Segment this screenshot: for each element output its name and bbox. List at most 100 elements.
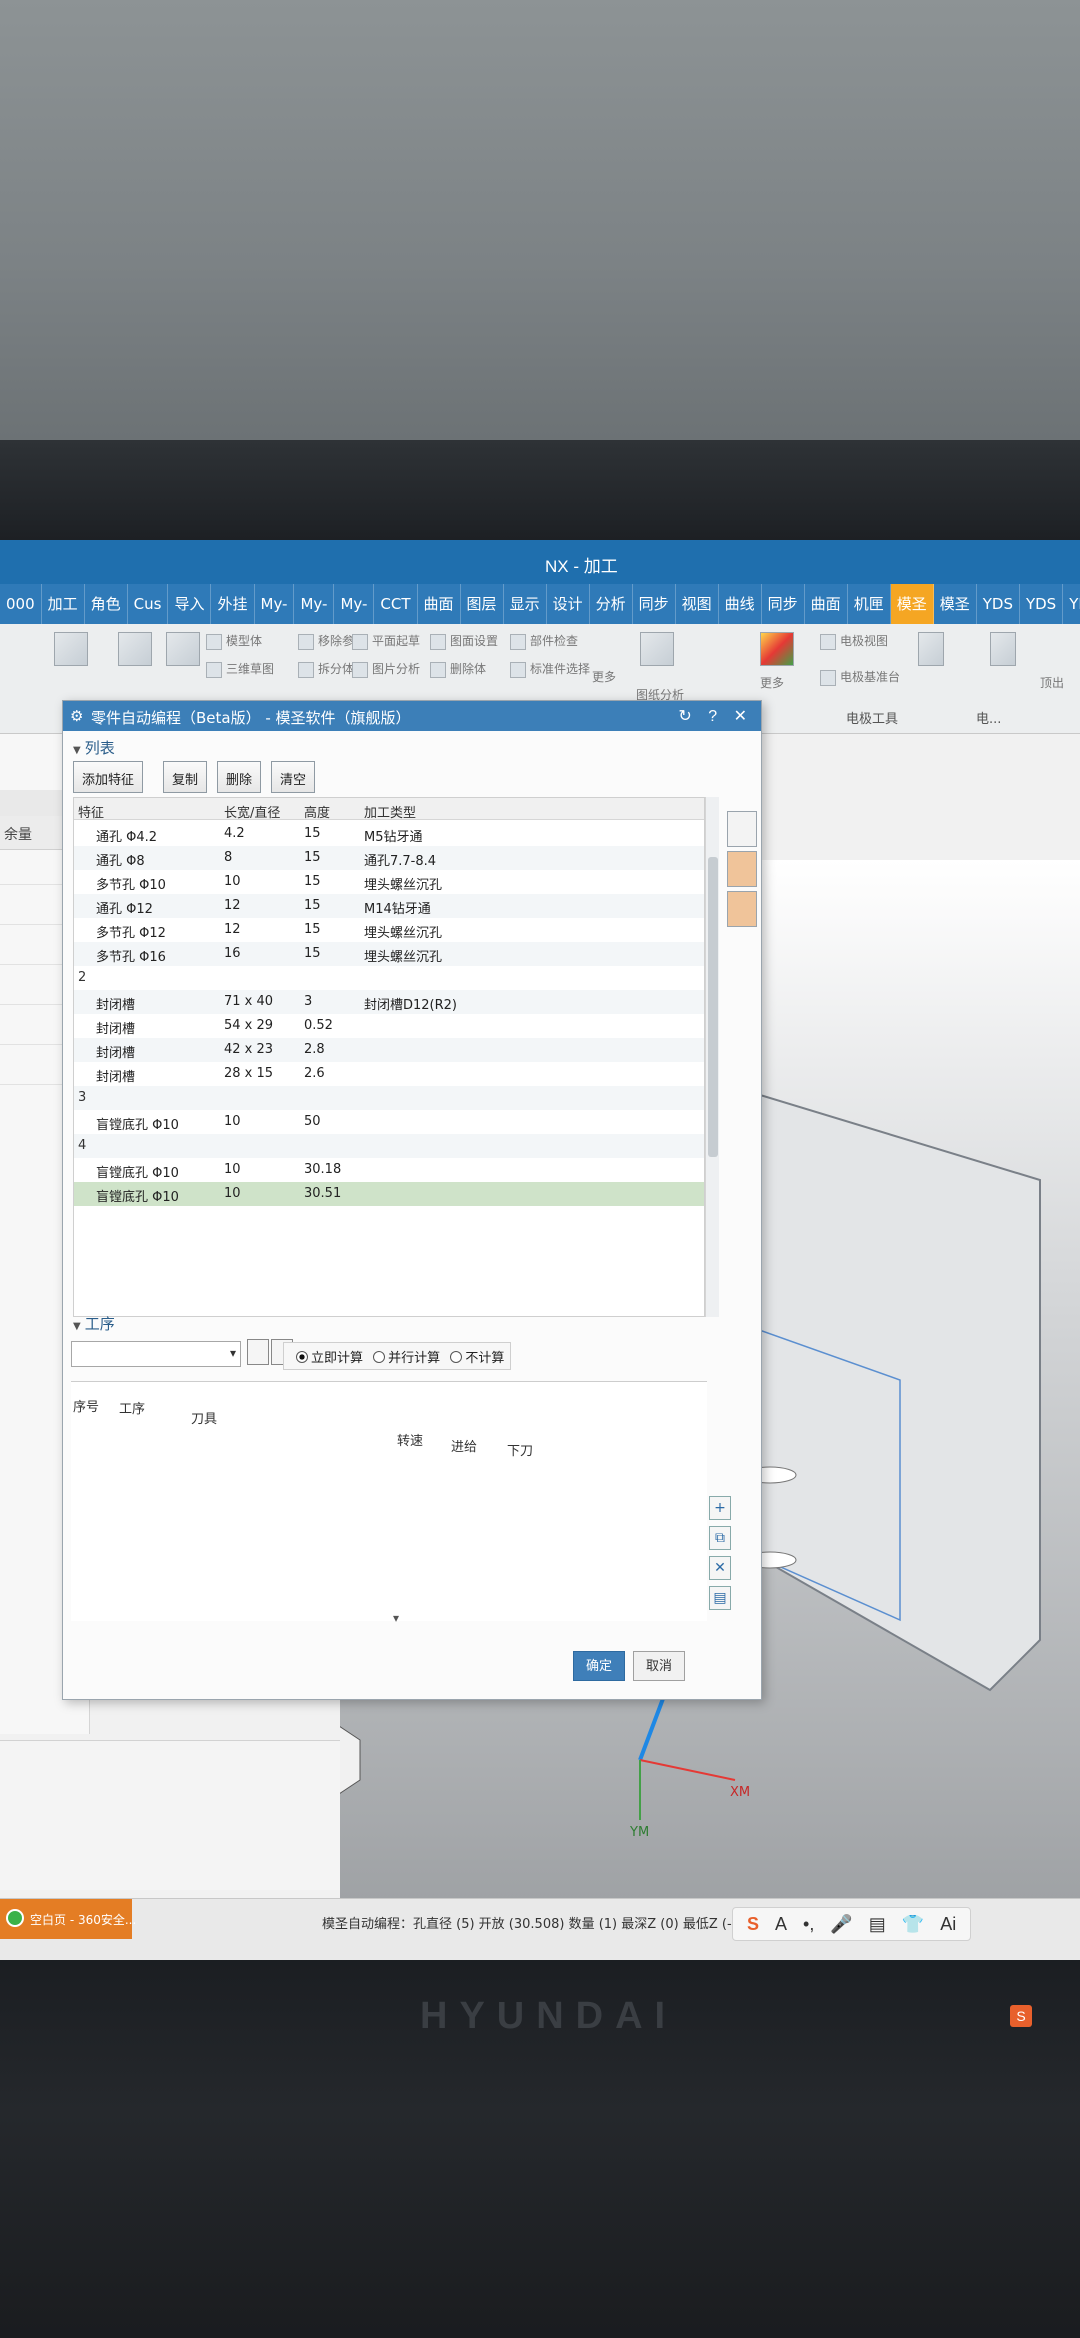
ribbon-item-13[interactable]: 电极视图 (820, 632, 888, 650)
col-feature[interactable]: 特征 (78, 802, 104, 821)
power-badge[interactable]: S (1010, 2005, 1032, 2027)
tab-24[interactable]: YDS (1020, 584, 1064, 624)
radio-parallel[interactable] (373, 1351, 386, 1363)
tab-2[interactable]: 角色 (85, 584, 128, 624)
tab-21[interactable]: 模圣 (890, 584, 934, 624)
more-button-2[interactable]: 更多 (760, 674, 784, 691)
table-row[interactable]: 多节孔 Φ10 10 15 埋头螺丝沉孔 (74, 870, 704, 894)
ribbon-item-10[interactable]: 删除体 (430, 660, 486, 678)
ok-button[interactable]: 确定 (573, 1651, 625, 1681)
col-tool[interactable]: 刀具 (191, 1408, 217, 1427)
copy-op-icon[interactable]: ⧉ (709, 1526, 731, 1550)
tab-20[interactable]: 机匣 (848, 584, 891, 624)
tab-3[interactable]: Cus (128, 584, 169, 624)
tab-4[interactable]: 导入 (168, 584, 212, 624)
layer-icon[interactable] (727, 891, 757, 927)
col-speed[interactable]: 转速 (397, 1430, 423, 1449)
table-row[interactable]: 盲镗底孔 Φ10 10 50 (74, 1110, 704, 1134)
table-row[interactable]: 封闭槽 71 x 40 3 封闭槽D12(R2) (74, 990, 704, 1014)
tab-19[interactable]: 曲面 (805, 584, 848, 624)
group-row[interactable]: 2 (74, 966, 704, 990)
ribbon-item-11[interactable]: 标准件选择 (510, 660, 590, 678)
tab-15[interactable]: 同步 (633, 584, 676, 624)
tab-16[interactable]: 视图 (676, 584, 719, 624)
ribbon-item-15[interactable]: 电极基准台 (820, 668, 900, 686)
block-icon[interactable] (727, 851, 757, 887)
ribbon-item-2[interactable]: 平面起草 (352, 632, 420, 650)
list-op-icon[interactable]: ▤ (709, 1586, 731, 1610)
taskbar-app[interactable]: 空白页 - 360安全... (0, 1899, 136, 1939)
ribbon-item-3[interactable]: 图面设置 (430, 632, 498, 650)
tab-10[interactable]: 曲面 (418, 584, 461, 624)
add-feature-button[interactable]: 添加特征 (73, 761, 144, 793)
tab-12[interactable]: 显示 (504, 584, 547, 624)
save-icon[interactable] (247, 1339, 269, 1365)
tab-5[interactable]: 外挂 (211, 584, 255, 624)
tab-13[interactable]: 设计 (547, 584, 590, 624)
col-height[interactable]: 高度 (304, 802, 330, 821)
ime-item-6[interactable]: Ai (932, 1914, 964, 1935)
analysis-icon[interactable] (640, 632, 674, 666)
tool-icon-b[interactable] (990, 632, 1016, 666)
expand-icon[interactable]: ▾ (393, 1611, 399, 1625)
list-section-header[interactable]: ▼ 列表 (73, 737, 115, 758)
table-row[interactable]: 多节孔 Φ12 12 15 埋头螺丝沉孔 (74, 918, 704, 942)
table-row[interactable]: 盲镗底孔 Φ10 10 30.51 (74, 1182, 704, 1206)
group-row[interactable]: 4 (74, 1134, 704, 1158)
delete-op-icon[interactable]: ✕ (709, 1556, 731, 1580)
group-row[interactable]: 3 (74, 1086, 704, 1110)
ime-item-0[interactable]: S (739, 1914, 767, 1935)
table-row[interactable]: 封闭槽 28 x 15 2.6 (74, 1062, 704, 1086)
cube-icon[interactable] (166, 632, 200, 666)
copy-button[interactable]: 复制 (163, 761, 208, 793)
ribbon-item-7[interactable]: 拆分体 (298, 660, 354, 678)
col-type[interactable]: 加工类型 (364, 802, 416, 821)
col-feed[interactable]: 进给 (451, 1436, 477, 1455)
ribbon-item-16[interactable]: 顶出 (1040, 674, 1064, 691)
tab-22[interactable]: 模圣 (934, 584, 977, 624)
tab-17[interactable]: 曲线 (719, 584, 762, 624)
op-section-header[interactable]: ▼ 工序 (73, 1313, 115, 1334)
ime-item-5[interactable]: 👕 (894, 1914, 932, 1935)
ime-item-2[interactable]: •, (795, 1914, 822, 1935)
tab-6[interactable]: My- (255, 584, 295, 624)
cancel-button[interactable]: 取消 (633, 1651, 685, 1681)
table-row[interactable]: 通孔 Φ12 12 15 M14钻牙通 (74, 894, 704, 918)
table-row[interactable]: 封闭槽 42 x 23 2.8 (74, 1038, 704, 1062)
ribbon-item-6[interactable]: 三维草图 (206, 660, 274, 678)
table-row[interactable]: 盲镗底孔 Φ10 10 30.18 (74, 1158, 704, 1182)
scroll-thumb[interactable] (708, 857, 718, 1157)
sync-icon[interactable] (54, 632, 88, 666)
ime-item-3[interactable]: 🎤 (822, 1914, 860, 1935)
radio-immediate[interactable] (296, 1351, 308, 1363)
clear-button[interactable]: 清空 (271, 761, 316, 793)
feature-table-scrollbar[interactable] (705, 797, 719, 1317)
ribbon-item-0[interactable]: 模型体 (206, 632, 262, 650)
tab-18[interactable]: 同步 (762, 584, 805, 624)
tab-8[interactable]: My- (334, 584, 375, 624)
add-op-icon[interactable]: + (709, 1496, 731, 1520)
ribbon-item-8[interactable]: 图片分析 (352, 660, 420, 678)
ime-item-4[interactable]: ▤ (861, 1914, 894, 1935)
col-size[interactable]: 长宽/直径 (224, 802, 280, 821)
color-map-icon[interactable] (760, 632, 794, 666)
ime-item-1[interactable]: A (767, 1914, 795, 1935)
tab-23[interactable]: YDS (977, 584, 1020, 624)
tab-1[interactable]: 加工 (42, 584, 85, 624)
tool-icon-a[interactable] (918, 632, 944, 666)
more-button[interactable]: 更多 (592, 668, 616, 685)
tab-7[interactable]: My- (294, 584, 335, 624)
ribbon-item-4[interactable]: 部件检查 (510, 632, 578, 650)
radio-none[interactable] (450, 1351, 463, 1363)
table-row[interactable]: 通孔 Φ4.2 4.2 15 M5钻牙通 (74, 822, 704, 846)
operation-select[interactable]: ▾ (71, 1341, 241, 1367)
col-seq[interactable]: 序号 (73, 1396, 99, 1415)
tab-14[interactable]: 分析 (590, 584, 633, 624)
tab-0[interactable]: 000 (0, 584, 42, 624)
grid-icon[interactable] (118, 632, 152, 666)
tab-25[interactable]: YD (1063, 584, 1080, 624)
tab-11[interactable]: 图层 (461, 584, 504, 624)
table-row[interactable]: 多节孔 Φ16 16 15 埋头螺丝沉孔 (74, 942, 704, 966)
delete-button[interactable]: 删除 (217, 761, 262, 793)
col-step[interactable]: 下刀 (507, 1440, 533, 1459)
